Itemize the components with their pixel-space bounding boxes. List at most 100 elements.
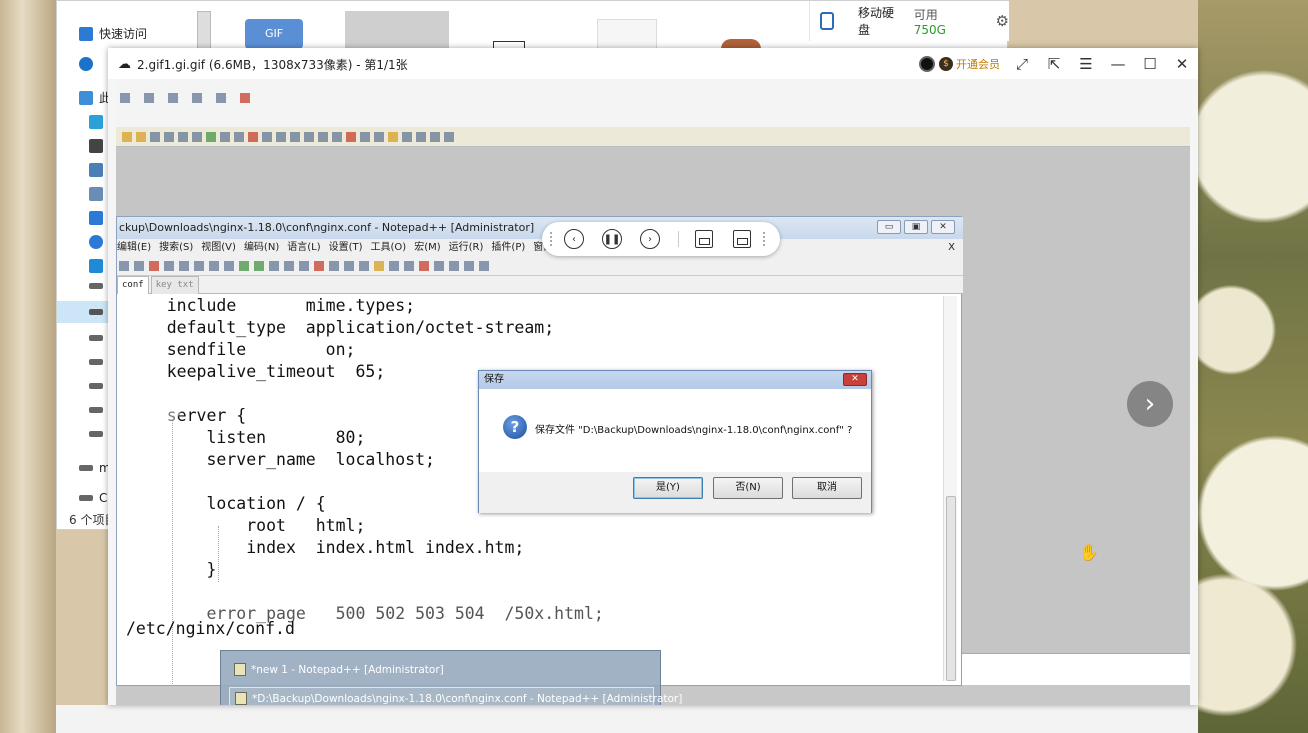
prev-frame-icon[interactable]: ‹	[564, 229, 584, 249]
drive-icon	[89, 309, 103, 315]
share-icon[interactable]: ⇱	[1038, 48, 1070, 79]
gif-frame: ckup\Downloads\nginx-1.18.0\conf\nginx.c…	[116, 79, 1190, 705]
download-icon	[89, 211, 103, 225]
nav-item-onedrive[interactable]	[79, 57, 93, 71]
nav-item-this-pc[interactable]: 此	[79, 89, 111, 106]
music-icon	[89, 235, 103, 249]
npp-menu-item: 工具(O)	[370, 242, 407, 253]
code-line: location / {	[127, 494, 326, 513]
explorer-nav-pane: 快速访问 此 m C	[57, 1, 147, 531]
drive-icon	[89, 335, 103, 341]
scrollbar-thumb[interactable]	[197, 11, 211, 49]
fullscreen-icon[interactable]: ⤢	[1006, 48, 1038, 79]
close-icon[interactable]: ✕	[1166, 48, 1198, 79]
dialog-title: 保存	[479, 371, 871, 389]
frame-bottom-strip	[962, 653, 1190, 685]
frame-top-area	[116, 79, 1190, 147]
code-line: sendfile on;	[127, 340, 356, 359]
maximize-icon[interactable]: ☐	[1134, 48, 1166, 79]
jump-list-item: *D:\Backup\Downloads\nginx-1.18.0\conf\n…	[229, 687, 682, 705]
npp-menu-item: 运行(R)	[448, 242, 484, 253]
code-line: listen 80;	[127, 428, 366, 447]
nav-item-drive-6[interactable]	[89, 407, 103, 413]
gear-icon[interactable]: ⚙	[996, 12, 1009, 30]
nav-item-downloads[interactable]	[89, 211, 103, 225]
npp-menu-item: 编辑(E)	[117, 242, 152, 253]
code-line: keepalive_timeout 65;	[127, 362, 386, 381]
npp-menu-item: 设置(T)	[328, 242, 363, 253]
drag-handle[interactable]	[763, 232, 767, 246]
dialog-close-icon: ✕	[843, 373, 867, 386]
npp-menu-item: 插件(P)	[491, 242, 526, 253]
toolbar-icon	[192, 93, 202, 103]
minimize-icon[interactable]: —	[1102, 48, 1134, 79]
viewer-title-text: 2.gif1.gi.gif (6.6MB，1308x733像素) - 第1/1张	[137, 58, 408, 72]
vip-button[interactable]: $ 开通会员	[939, 56, 1000, 72]
save-dialog: 保存 ✕ ? 保存文件 "D:\Backup\Downloads\nginx-1…	[478, 370, 872, 513]
nav-item-desktop[interactable]	[89, 259, 103, 273]
cloud-icon: ☁	[118, 57, 131, 72]
nav-item-drive-5[interactable]	[89, 383, 103, 389]
path-overlay-text: /etc/nginx/conf.d	[126, 619, 295, 638]
nav-item-videos[interactable]	[89, 139, 103, 153]
nav-item-removable-m[interactable]: m	[79, 461, 111, 475]
nav-item-removable-c[interactable]: C	[79, 491, 107, 505]
menu-icon[interactable]: ☰	[1070, 48, 1102, 79]
nav-item-pictures[interactable]	[89, 163, 103, 177]
video-icon	[89, 139, 103, 153]
code-line: server_name localhost;	[127, 450, 435, 469]
nav-item-drive-7[interactable]	[89, 431, 103, 437]
npp-menu-item: 视图(V)	[201, 242, 236, 253]
file-thumbnail-4[interactable]	[597, 19, 657, 49]
save-frame-icon[interactable]	[695, 230, 713, 248]
drive-icon	[89, 283, 103, 289]
question-icon: ?	[503, 415, 527, 439]
file-thumbnail-2[interactable]	[345, 11, 449, 49]
nav-item-documents[interactable]	[89, 187, 103, 201]
viewer-canvas[interactable]: ckup\Downloads\nginx-1.18.0\conf\nginx.c…	[116, 79, 1190, 705]
gif-icon: GIF	[245, 19, 303, 49]
npp-title: ckup\Downloads\nginx-1.18.0\conf\nginx.c…	[117, 217, 963, 239]
playback-control-bar: ‹ ❚❚ ›	[542, 222, 780, 256]
save-all-icon[interactable]	[733, 230, 751, 248]
code-line: include mime.types;	[127, 296, 416, 315]
avatar[interactable]	[919, 55, 935, 72]
dialog-yes-button: 是(Y)	[633, 477, 703, 499]
npp-scrollbar	[943, 296, 957, 681]
nav-item-drive-1[interactable]	[89, 283, 103, 289]
cube-icon	[89, 115, 103, 129]
drive-icon	[89, 407, 103, 413]
nav-item-music[interactable]	[89, 235, 103, 249]
npp-menu-item: 宏(M)	[414, 242, 441, 253]
prev-image-button[interactable]: ‹	[136, 381, 182, 427]
drive-icon	[89, 359, 103, 365]
toolbar-icon	[120, 93, 130, 103]
drag-handle[interactable]	[550, 232, 554, 246]
nav-item-quick-access[interactable]: 快速访问	[79, 25, 147, 42]
coin-icon: $	[939, 56, 953, 71]
document-icon	[89, 187, 103, 201]
nav-item-3d-objects[interactable]	[89, 115, 103, 129]
npp-tab-key-txt: key txt	[150, 276, 199, 294]
desktop-wallpaper-left	[0, 0, 56, 733]
toolbar-icon	[144, 93, 154, 103]
npp-menu-close: X	[948, 242, 955, 253]
drive-icon	[79, 465, 93, 471]
desktop-icon	[89, 259, 103, 273]
npp-close-icon: ✕	[931, 220, 955, 234]
npp-minimize-icon: ▭	[877, 220, 901, 234]
removable-drive-tile[interactable]: 移动硬盘 可用 750G ⚙	[809, 1, 1009, 41]
nav-item-drive-3[interactable]	[89, 335, 103, 341]
nav-item-drive-4[interactable]	[89, 359, 103, 365]
next-image-button[interactable]: ›	[1127, 381, 1173, 427]
toolbar-icon	[216, 93, 226, 103]
star-icon	[79, 26, 93, 41]
nav-item-drive-selected[interactable]	[57, 301, 111, 323]
jump-list-item: *new 1 - Notepad++ [Administrator]	[229, 659, 654, 681]
hand-cursor-icon: ✋	[1079, 543, 1099, 562]
npp-tab-bar: conf key txt	[117, 276, 963, 294]
drive-icon	[79, 495, 93, 501]
gif-file-thumbnail[interactable]: GIF	[233, 11, 313, 49]
next-frame-icon[interactable]: ›	[640, 229, 660, 249]
pause-icon[interactable]: ❚❚	[602, 229, 622, 249]
